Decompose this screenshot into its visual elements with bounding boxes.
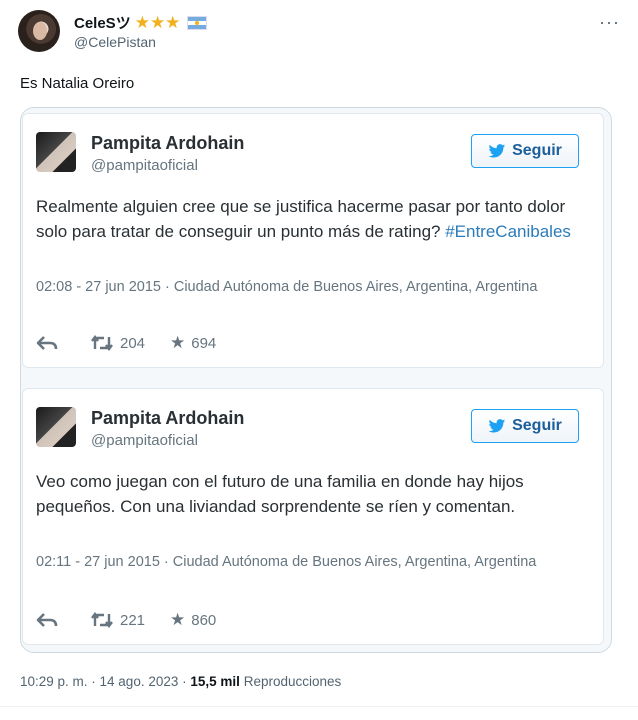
- avatar[interactable]: [36, 132, 76, 172]
- author-name-line: CeleSツ ★★★: [74, 12, 208, 33]
- separator: ·: [182, 674, 187, 689]
- follow-button[interactable]: Seguir: [471, 409, 579, 443]
- retweet-icon: [91, 612, 113, 628]
- tweet-timestamp[interactable]: 10:29 p. m. · 14 ago. 2023: [20, 674, 178, 689]
- like-count: 694: [191, 334, 217, 352]
- retweet-action[interactable]: 204: [90, 335, 170, 352]
- tweet-footer: 10:29 p. m. · 14 ago. 2023 · 15,5 mil Re…: [20, 674, 341, 689]
- star-badges-icon: ★★★: [134, 13, 181, 32]
- twitter-bird-icon: [488, 144, 506, 158]
- reply-action[interactable]: [36, 612, 90, 628]
- embedded-tweet-meta[interactable]: 02:11 - 27 jun 2015 · Ciudad Autónoma de…: [36, 551, 576, 573]
- embedded-tweet-actions: 221 ★ 860: [36, 610, 216, 630]
- embedded-tweet-actions: 204 ★ 694: [36, 333, 216, 353]
- embedded-author-handle[interactable]: @pampitaoficial: [91, 432, 198, 449]
- reply-action[interactable]: [36, 335, 90, 351]
- embedded-tweet-text: Realmente alguien cree que se justifica …: [36, 194, 576, 244]
- argentina-flag-icon: [187, 15, 208, 30]
- like-action[interactable]: ★ 860: [170, 610, 216, 630]
- avatar[interactable]: [18, 10, 60, 52]
- retweet-icon: [91, 335, 113, 351]
- follow-button-label: Seguir: [512, 142, 562, 159]
- tweet-header: CeleSツ ★★★ @CelePistan ···: [18, 10, 628, 54]
- embedded-author-handle[interactable]: @pampitaoficial: [91, 157, 198, 174]
- twitter-bird-icon: [488, 419, 506, 433]
- embedded-tweet-text-body: Veo como juegan con el futuro de una fam…: [36, 472, 524, 516]
- tweet-text: Es Natalia Oreiro: [20, 75, 135, 92]
- author-handle[interactable]: @CelePistan: [74, 34, 156, 50]
- like-count: 860: [191, 611, 217, 629]
- more-options-icon[interactable]: ···: [599, 12, 620, 33]
- retweet-count: 221: [120, 611, 146, 629]
- embedded-author-name[interactable]: Pampita Ardohain: [91, 408, 244, 429]
- hashtag-link[interactable]: #EntreCanibales: [445, 222, 571, 241]
- follow-button-label: Seguir: [512, 417, 562, 434]
- embedded-author-name[interactable]: Pampita Ardohain: [91, 133, 244, 154]
- embedded-tweet-meta[interactable]: 02:08 - 27 jun 2015 · Ciudad Autónoma de…: [36, 276, 576, 298]
- reply-icon: [36, 613, 58, 627]
- views-count: 15,5 mil: [190, 674, 240, 689]
- views-label: Reproducciones: [243, 674, 342, 689]
- follow-button[interactable]: Seguir: [471, 134, 579, 168]
- reply-icon: [36, 336, 58, 350]
- retweet-action[interactable]: 221: [90, 612, 170, 629]
- embedded-tweet[interactable]: Pampita Ardohain @pampitaoficial Seguir …: [22, 388, 604, 645]
- avatar[interactable]: [36, 407, 76, 447]
- like-action[interactable]: ★ 694: [170, 333, 216, 353]
- star-icon: ★: [170, 333, 186, 352]
- embedded-tweet-text: Veo como juegan con el futuro de una fam…: [36, 469, 576, 519]
- divider: [0, 706, 638, 707]
- star-icon: ★: [170, 610, 186, 629]
- author-display-name[interactable]: CeleSツ: [74, 12, 131, 33]
- embedded-tweet[interactable]: Pampita Ardohain @pampitaoficial Seguir …: [22, 113, 604, 368]
- retweet-count: 204: [120, 334, 146, 352]
